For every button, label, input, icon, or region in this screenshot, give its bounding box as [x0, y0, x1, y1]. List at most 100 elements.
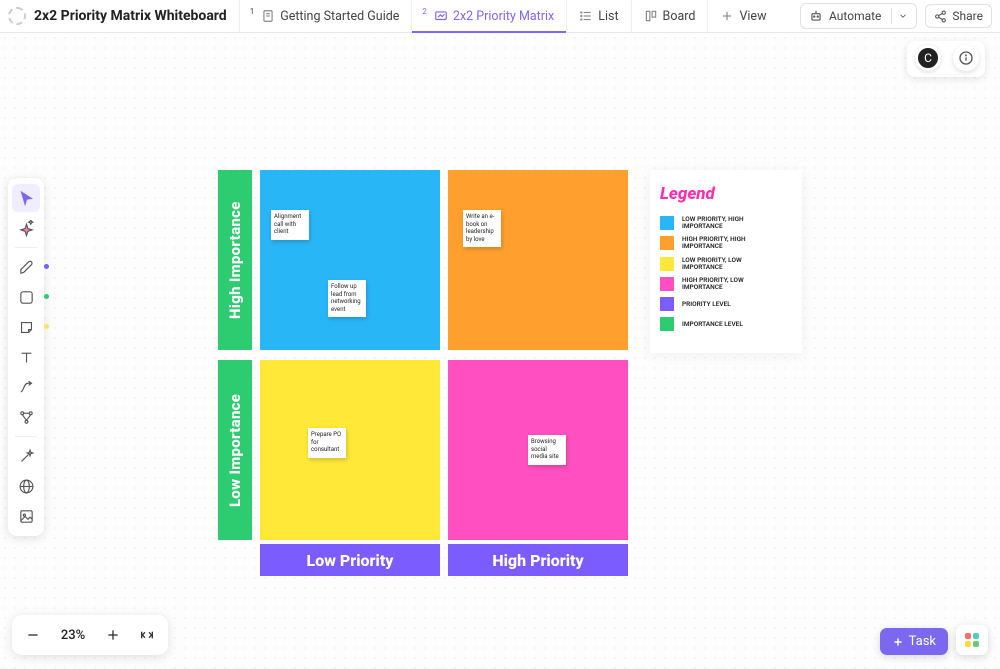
tab-priority-matrix[interactable]: 2 2x2 Priority Matrix	[411, 0, 566, 32]
tab-label: Getting Started Guide	[280, 9, 399, 24]
share-button[interactable]: Share	[925, 4, 992, 28]
quadrant-high-priority-high-importance[interactable]	[448, 170, 628, 350]
whiteboard-tab-icon	[434, 9, 448, 23]
relations-icon	[18, 409, 35, 426]
left-toolbar	[8, 178, 44, 536]
square-icon	[18, 289, 35, 306]
tabset: 1 Getting Started Guide 2 2x2 Priority M…	[239, 0, 779, 32]
fit-button[interactable]	[136, 624, 158, 646]
legend-title: Legend	[660, 184, 792, 204]
tab-board[interactable]: Board	[631, 0, 708, 32]
tool-sticky[interactable]	[12, 313, 40, 341]
zoom-controls: 23%	[12, 615, 168, 655]
sticky-icon	[18, 319, 35, 336]
sticky-note[interactable]: Follow up lead from networking event	[328, 280, 366, 317]
fit-icon	[139, 627, 155, 643]
tab-label: View	[739, 9, 766, 24]
legend-label: LOW PRIORITY, LOW IMPORTANCE	[682, 257, 772, 271]
legend-row: HIGH PRIORITY, HIGH IMPORTANCE	[660, 236, 792, 250]
tool-image[interactable]	[12, 502, 40, 530]
tool-magic[interactable]	[12, 442, 40, 470]
plus-icon	[105, 627, 121, 643]
legend-panel[interactable]: Legend LOW PRIORITY, HIGH IMPORTANCE HIG…	[650, 170, 802, 353]
chevron-down-icon	[898, 11, 908, 21]
share-icon	[934, 10, 947, 23]
text-icon	[18, 349, 35, 366]
board-icon	[644, 9, 658, 23]
share-label: Share	[952, 9, 983, 23]
x-label-low[interactable]: Low Priority	[260, 544, 440, 576]
legend-row: IMPORTANCE LEVEL	[660, 317, 792, 331]
legend-swatch	[660, 297, 674, 311]
globe-icon	[18, 478, 35, 495]
pen-color-dot	[44, 264, 49, 269]
tool-web[interactable]	[12, 472, 40, 500]
quadrant-low-priority-low-importance[interactable]	[260, 360, 440, 540]
quadrant-low-priority-high-importance[interactable]	[260, 170, 440, 350]
magic-icon	[18, 448, 35, 465]
tab-label: Board	[663, 9, 696, 24]
connector-icon	[18, 379, 35, 396]
doc-icon	[261, 9, 275, 23]
zoom-value[interactable]: 23%	[56, 628, 90, 643]
priority-matrix[interactable]: High Importance Low Importance Low Prior…	[218, 170, 626, 610]
sticky-note[interactable]: Alignment call with client	[271, 210, 309, 240]
zoom-out-button[interactable]	[22, 624, 44, 646]
plus-icon	[720, 9, 734, 23]
apps-button[interactable]	[956, 625, 988, 655]
plus-icon	[892, 636, 904, 648]
tab-getting-started[interactable]: 1 Getting Started Guide	[239, 0, 412, 32]
tool-pen[interactable]	[12, 253, 40, 281]
tool-connector[interactable]	[12, 373, 40, 401]
info-icon	[958, 50, 974, 66]
cursor-icon	[18, 190, 35, 207]
legend-row: HIGH PRIORITY, LOW IMPORTANCE	[660, 277, 792, 291]
list-icon	[579, 9, 593, 23]
whiteboard-icon	[8, 7, 26, 25]
legend-swatch	[660, 216, 674, 230]
info-button[interactable]	[953, 45, 979, 71]
legend-row: PRIORITY LEVEL	[660, 297, 792, 311]
doc-title[interactable]: 2x2 Priority Matrix Whiteboard	[34, 8, 227, 24]
legend-label: HIGH PRIORITY, HIGH IMPORTANCE	[682, 236, 772, 250]
legend-row: LOW PRIORITY, LOW IMPORTANCE	[660, 257, 792, 271]
apps-icon	[965, 633, 979, 647]
tool-text[interactable]	[12, 343, 40, 371]
tab-label: 2x2 Priority Matrix	[453, 9, 554, 24]
image-icon	[18, 508, 35, 525]
sticky-note[interactable]: Prepare PO for consultant	[308, 428, 346, 458]
tab-add-view[interactable]: View	[707, 0, 778, 32]
top-bar: 2x2 Priority Matrix Whiteboard 1 Getting…	[0, 0, 1000, 33]
title-group: 2x2 Priority Matrix Whiteboard	[8, 7, 239, 25]
y-label-low[interactable]: Low Importance	[218, 360, 252, 540]
avatar[interactable]: C	[915, 45, 941, 71]
tab-badge: 1	[250, 7, 255, 16]
robot-icon	[809, 9, 823, 23]
legend-label: HIGH PRIORITY, LOW IMPORTANCE	[682, 277, 772, 291]
tab-badge: 2	[422, 7, 427, 16]
ai-icon	[18, 220, 35, 237]
legend-swatch	[660, 317, 674, 331]
tool-select[interactable]	[12, 184, 40, 212]
task-label: Task	[909, 634, 936, 649]
whiteboard-canvas[interactable]: C High Importance Low Importance Low Pri…	[0, 33, 1000, 669]
sticky-note[interactable]: Browsing social media site	[528, 435, 566, 465]
shape-color-dot	[44, 294, 49, 299]
automate-button[interactable]: Automate	[800, 3, 917, 29]
tool-shape[interactable]	[12, 283, 40, 311]
zoom-in-button[interactable]	[102, 624, 124, 646]
legend-label: LOW PRIORITY, HIGH IMPORTANCE	[682, 216, 772, 230]
tab-list[interactable]: List	[566, 0, 630, 32]
automate-label: Automate	[829, 9, 881, 23]
y-label-high[interactable]: High Importance	[218, 170, 252, 350]
legend-row: LOW PRIORITY, HIGH IMPORTANCE	[660, 216, 792, 230]
x-label-high[interactable]: High Priority	[448, 544, 628, 576]
legend-label: IMPORTANCE LEVEL	[682, 321, 743, 328]
legend-swatch	[660, 277, 674, 291]
tab-label: List	[598, 9, 618, 24]
sticky-color-dot	[44, 324, 49, 329]
tool-relations[interactable]	[12, 403, 40, 431]
sticky-note[interactable]: Write an e-book on leadership by love	[463, 210, 501, 247]
tool-ai[interactable]	[12, 214, 40, 242]
task-button[interactable]: Task	[880, 628, 948, 655]
